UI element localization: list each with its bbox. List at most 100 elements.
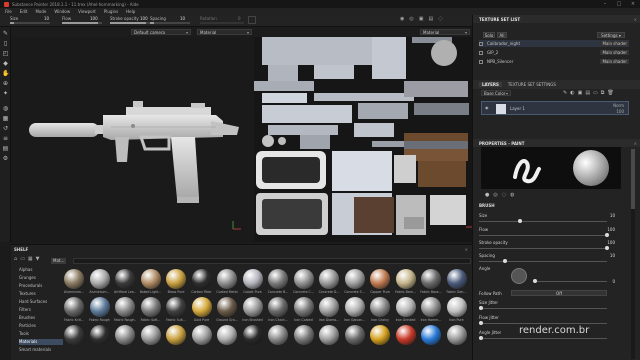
material-thumbnail[interactable] xyxy=(166,325,186,345)
material-thumbnail[interactable] xyxy=(64,325,84,345)
material-thumbnail[interactable] xyxy=(395,297,416,317)
size-slider[interactable] xyxy=(479,221,607,222)
spacing-slider-handle[interactable] xyxy=(503,259,507,263)
render-icon[interactable]: ◎ xyxy=(409,16,413,22)
angle-jitter-handle[interactable] xyxy=(479,336,483,340)
size-jitter-slider[interactable] xyxy=(479,308,607,309)
angle-jitter-slider[interactable] xyxy=(479,338,607,339)
material-thumbnail[interactable] xyxy=(115,297,135,317)
menu-viewport[interactable]: Viewport xyxy=(78,9,96,14)
material-thumbnail[interactable] xyxy=(89,297,110,317)
layer-opacity[interactable]: 100 xyxy=(616,109,624,114)
add-mask-icon[interactable]: ◐ xyxy=(570,90,574,96)
close-icon[interactable]: × xyxy=(626,1,640,7)
add-effect-icon[interactable]: ✎ xyxy=(563,90,567,96)
material-thumbnail[interactable] xyxy=(446,325,467,345)
material-thumbnail[interactable] xyxy=(115,269,135,289)
material-thumbnail[interactable] xyxy=(140,297,161,317)
material-thumbnail[interactable] xyxy=(293,325,314,345)
texture-set-item[interactable]: GIP_2 Main shader xyxy=(479,49,629,56)
material-thumbnail[interactable] xyxy=(191,297,212,317)
shelf-category[interactable]: Tools xyxy=(19,331,63,337)
material-thumbnail[interactable] xyxy=(370,269,390,289)
texture-set-checkbox[interactable] xyxy=(479,50,483,55)
minimize-icon[interactable]: – xyxy=(598,1,612,7)
paint-tool-icon[interactable]: ✎ xyxy=(2,30,9,37)
camera-select[interactable]: Default camera ▾ xyxy=(131,29,191,35)
flow-jitter-slider[interactable] xyxy=(479,323,607,324)
shelf-search-bar[interactable]: Mat... xyxy=(51,256,474,266)
material-tab-icon[interactable]: ◍ xyxy=(510,192,514,198)
geometry-fill-icon[interactable]: ◆ xyxy=(2,60,9,67)
angle-value[interactable]: 0 xyxy=(612,279,615,284)
stroke-opacity-slider-handle[interactable] xyxy=(605,246,609,250)
layer-channel-select[interactable]: Base Color ▾ xyxy=(481,90,511,96)
shelf-category[interactable]: Smart materials xyxy=(19,347,63,353)
material-thumbnail[interactable] xyxy=(395,325,416,345)
screenshot-icon[interactable]: ▤ xyxy=(428,16,433,22)
angle-slider-handle[interactable] xyxy=(533,279,537,283)
size-slider-handle[interactable] xyxy=(518,219,522,223)
material-thumbnail[interactable] xyxy=(242,269,263,289)
flow-jitter-handle[interactable] xyxy=(479,321,483,325)
properties-close-icon[interactable]: × xyxy=(634,141,637,146)
material-thumbnail[interactable] xyxy=(344,297,365,317)
material-thumbnail[interactable] xyxy=(293,269,314,289)
material-thumbnail[interactable] xyxy=(242,325,263,345)
material-thumbnail[interactable] xyxy=(319,325,339,345)
duplicate-layer-icon[interactable]: ⧉ xyxy=(601,90,605,96)
material-thumbnail[interactable] xyxy=(89,325,110,345)
solo-button[interactable]: Solo xyxy=(483,32,495,38)
material-thumbnail[interactable] xyxy=(293,297,314,317)
shelf-category[interactable]: Alphas xyxy=(19,267,63,273)
stencil-tab-icon[interactable]: ◌ xyxy=(502,192,506,198)
spacing-value[interactable]: 10 xyxy=(610,253,615,258)
shelf-category[interactable]: Brushes xyxy=(19,315,63,321)
maximize-icon[interactable]: □ xyxy=(612,1,626,7)
material-thumbnail[interactable] xyxy=(446,297,467,317)
menu-file[interactable]: File xyxy=(5,9,12,14)
shelf-icon[interactable]: ▤ xyxy=(2,145,9,152)
material-thumbnail[interactable] xyxy=(115,325,135,345)
shelf-filter-icon[interactable]: ▼ xyxy=(36,256,40,262)
shelf-close-icon[interactable]: × xyxy=(465,247,468,252)
material-thumbnail[interactable] xyxy=(344,325,365,345)
material-thumbnail[interactable] xyxy=(421,269,441,289)
spacing-control[interactable]: Spacing 10 xyxy=(150,16,190,24)
add-folder-icon[interactable]: ▭ xyxy=(593,90,598,96)
texture-set-shader-select[interactable]: Main shader xyxy=(600,50,629,55)
material-thumbnail[interactable] xyxy=(319,297,339,317)
shader-icon[interactable]: ◌ xyxy=(438,16,442,22)
texture-set-checkbox[interactable] xyxy=(479,41,483,46)
all-button[interactable]: All xyxy=(497,32,507,38)
eraser-tool-icon[interactable]: ▯ xyxy=(2,40,9,47)
material-picker-icon[interactable]: ✦ xyxy=(2,90,9,97)
visibility-icon[interactable]: ◉ xyxy=(485,105,489,110)
shelf-filter-tag[interactable]: Mat... xyxy=(51,258,67,264)
layer-blend-mode[interactable]: Norm xyxy=(613,103,624,108)
tab-layers[interactable]: LAYERS xyxy=(479,82,502,87)
shelf-category[interactable]: Materials xyxy=(19,339,63,345)
flow-control[interactable]: Flow 100 xyxy=(62,16,102,24)
add-fill-layer-icon[interactable]: ▣ xyxy=(578,90,583,96)
material-thumbnail[interactable] xyxy=(268,325,288,345)
material-thumbnail[interactable] xyxy=(191,269,212,289)
brush-tab-icon[interactable]: ● xyxy=(485,192,489,198)
stroke-opacity-slider[interactable] xyxy=(479,248,607,249)
stroke-opacity-value[interactable]: 100 xyxy=(607,240,615,245)
menu-mode[interactable]: Mode xyxy=(35,9,46,14)
size-value[interactable]: 10 xyxy=(610,213,615,218)
layer-row[interactable]: ◉ Layer 1 Norm 100 xyxy=(481,101,629,115)
material-thumbnail[interactable] xyxy=(370,325,390,345)
texture-set-item[interactable]: NPB_Silencer Main shader xyxy=(479,58,629,65)
clone-tool-icon[interactable]: ⊕ xyxy=(2,80,9,87)
material-thumbnail[interactable] xyxy=(421,297,441,317)
shelf-category[interactable]: Grunges xyxy=(19,275,63,281)
flow-slider[interactable] xyxy=(479,235,607,236)
menu-help[interactable]: Help xyxy=(126,9,135,14)
material-thumbnail[interactable] xyxy=(268,269,288,289)
material-thumbnail[interactable] xyxy=(166,269,186,289)
camera-icon[interactable]: ◉ xyxy=(400,16,404,22)
material-thumbnail[interactable] xyxy=(217,297,237,317)
material-thumbnail[interactable] xyxy=(217,269,237,289)
